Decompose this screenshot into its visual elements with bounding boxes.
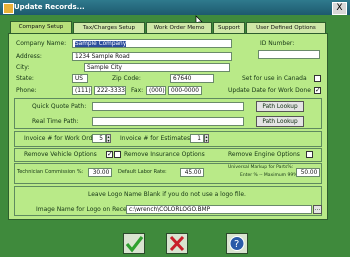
id-number-label: ID Number: (260, 40, 295, 47)
company-name-field[interactable]: Sample Company (72, 39, 232, 48)
quick-quote-path-label: Quick Quote Path: (32, 103, 87, 110)
app-icon (3, 3, 14, 14)
markup-field[interactable]: 50.00 (296, 168, 320, 177)
markup-note: Enter % -- Maximum 99% (240, 173, 298, 178)
logo-browse-button[interactable]: ... (313, 205, 322, 214)
remove-engine-checkbox[interactable] (306, 151, 313, 158)
remove-vehicle-checkbox[interactable] (106, 150, 113, 158)
zip-code-field[interactable]: 67640 (170, 74, 214, 83)
address-field[interactable]: 1234 Sample Road (72, 52, 232, 61)
quick-quote-path-lookup-button[interactable]: Path Lookup (256, 101, 304, 112)
company-name-value: Sample Company (75, 41, 127, 47)
tab-user-defined-options[interactable]: User Defined Options (246, 22, 326, 33)
real-time-path-label: Real Time Path: (32, 118, 79, 125)
logo-note: Leave Logo Name Blank if you do not use … (88, 191, 246, 198)
labor-rate-label: Default Labor Rate: (118, 169, 167, 175)
phone-area-field[interactable]: (111) (72, 86, 92, 95)
remove-insurance-checkbox[interactable] (114, 151, 121, 158)
markup-label: Universal Markup for Parts%: (228, 165, 294, 170)
cross-icon (169, 235, 185, 252)
update-date-checkbox[interactable] (314, 86, 321, 94)
work-order-spinner-icon[interactable]: ▴ ▾ (106, 134, 111, 143)
close-button[interactable]: X (332, 2, 347, 15)
help-icon: ? (229, 236, 245, 251)
labor-rate-field[interactable]: 45.00 (180, 168, 204, 177)
phone-number-field[interactable]: 222-3333 (94, 86, 126, 95)
canada-checkbox[interactable] (314, 75, 321, 82)
estimates-spinner-icon[interactable]: ▴ ▾ (204, 134, 209, 143)
state-label: State: (16, 75, 34, 82)
company-name-label: Company Name: (16, 40, 67, 47)
city-label: City: (16, 64, 30, 71)
real-time-path-field[interactable] (92, 117, 244, 126)
svg-text:?: ? (234, 239, 239, 250)
zip-code-label: Zip Code: (112, 75, 141, 82)
tab-support[interactable]: Support (213, 22, 245, 33)
city-field[interactable]: Sample City (84, 63, 230, 72)
tab-work-order-memo[interactable]: Work Order Memo (146, 22, 212, 33)
fax-label: Fax: (131, 87, 144, 94)
state-field[interactable]: US (72, 74, 88, 83)
quick-quote-path-field[interactable] (92, 102, 244, 111)
remove-vehicle-label: Remove Vehicle Options (24, 151, 97, 158)
remove-engine-label: Remove Engine Options (228, 151, 300, 158)
fax-area-field[interactable]: (000) (146, 86, 166, 95)
real-time-path-lookup-button[interactable]: Path Lookup (256, 116, 304, 127)
logo-image-label: Image Name for Logo on Receipt: (36, 206, 137, 213)
estimates-invoice-label: Invoice # for Estimates: (120, 135, 193, 142)
tab-tax-charges-setup[interactable]: Tax/Charges Setup (73, 22, 145, 33)
checkmark-icon (125, 236, 144, 253)
update-date-label: Update Date for Work Done (228, 87, 311, 94)
id-number-field[interactable] (258, 50, 320, 59)
estimates-invoice-field[interactable]: 1 (190, 134, 204, 143)
cancel-button[interactable] (166, 233, 188, 254)
help-button[interactable]: ? (226, 233, 248, 254)
ok-button[interactable] (123, 233, 145, 254)
work-order-invoice-label: Invoice # for Work Order: (24, 135, 101, 142)
logo-image-field[interactable]: c:\wrench\COLORLOGO.BMP (126, 205, 312, 214)
canada-label: Set for use in Canada (242, 75, 307, 82)
remove-insurance-label: Remove Insurance Options (124, 151, 205, 158)
commission-label: Technician Commission %: (17, 169, 84, 175)
address-label: Address: (16, 53, 42, 60)
title-bar: Update Records... X (0, 0, 350, 15)
commission-field[interactable]: 30.00 (88, 168, 112, 177)
fax-number-field[interactable]: 000-0000 (168, 86, 202, 95)
window-title: Update Records... (14, 3, 85, 11)
work-order-invoice-field[interactable]: 5 (92, 134, 106, 143)
phone-label: Phone: (16, 87, 37, 94)
